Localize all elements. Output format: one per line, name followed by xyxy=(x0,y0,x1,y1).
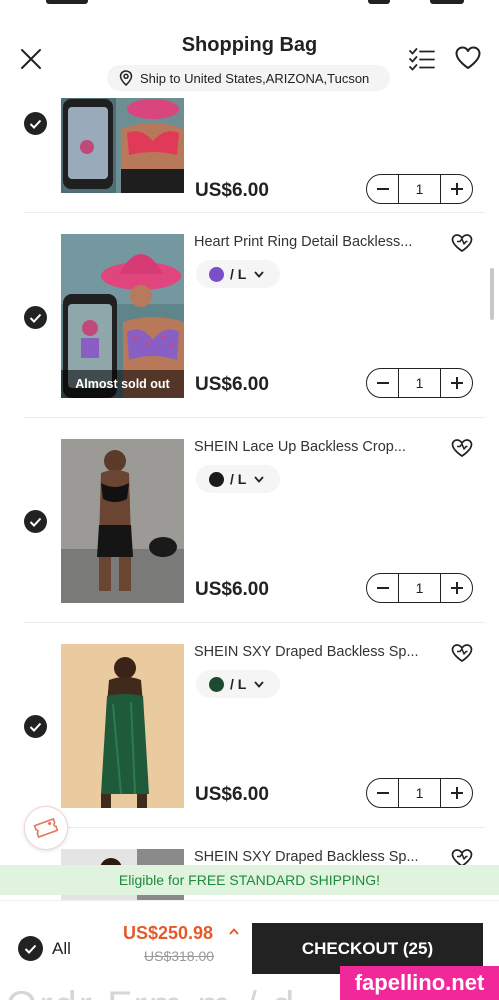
chevron-up-icon[interactable] xyxy=(229,928,239,935)
variant-size-label: / L xyxy=(230,266,247,282)
heart-plus-icon xyxy=(451,644,473,663)
minus-icon xyxy=(376,188,389,190)
header: Shopping Bag Ship to United States,ARIZO… xyxy=(0,8,499,98)
cart-item: US$6.00 1 xyxy=(0,98,499,213)
move-to-wishlist-button[interactable] xyxy=(451,643,473,663)
plus-icon xyxy=(450,787,463,799)
product-image[interactable] xyxy=(61,439,184,603)
quantity-stepper[interactable]: 1 xyxy=(366,174,473,204)
color-swatch xyxy=(209,471,224,487)
move-to-wishlist-button[interactable] xyxy=(451,438,473,458)
decrease-quantity-button[interactable] xyxy=(367,574,398,602)
item-select-checkbox[interactable] xyxy=(24,306,47,329)
product-image[interactable] xyxy=(61,644,184,808)
chevron-down-icon xyxy=(254,270,265,278)
quantity-input[interactable]: 1 xyxy=(398,574,441,602)
heart-plus-icon xyxy=(451,439,473,458)
location-pin-icon xyxy=(119,70,133,86)
batch-edit-button[interactable] xyxy=(408,46,436,72)
original-total: US$318.00 xyxy=(144,948,215,964)
item-name[interactable]: SHEIN Lace Up Backless Crop... xyxy=(194,439,439,455)
quantity-stepper[interactable]: 1 xyxy=(366,778,473,808)
minus-icon xyxy=(376,382,389,384)
variant-selector[interactable]: / L xyxy=(196,465,280,493)
item-name[interactable]: SHEIN SXY Draped Backless Sp... xyxy=(194,644,439,660)
status-bar xyxy=(0,0,499,8)
decrease-quantity-button[interactable] xyxy=(367,779,398,807)
minus-icon xyxy=(376,792,389,794)
quantity-stepper[interactable]: 1 xyxy=(366,573,473,603)
item-name[interactable]: SHEIN SXY Draped Backless Sp... xyxy=(194,849,439,865)
item-price: US$6.00 xyxy=(195,579,269,600)
increase-quantity-button[interactable] xyxy=(441,574,472,602)
free-shipping-banner: Eligible for FREE STANDARD SHIPPING! xyxy=(0,865,499,895)
quantity-input[interactable]: 1 xyxy=(398,779,441,807)
quantity-input[interactable]: 1 xyxy=(398,369,441,397)
plus-icon xyxy=(450,183,463,195)
item-price: US$6.00 xyxy=(195,374,269,395)
plus-icon xyxy=(450,582,463,594)
select-all-label[interactable]: All xyxy=(52,939,71,959)
quantity-stepper[interactable]: 1 xyxy=(366,368,473,398)
decrease-quantity-button[interactable] xyxy=(367,369,398,397)
heart-icon xyxy=(455,46,481,69)
quantity-input[interactable]: 1 xyxy=(398,175,441,203)
variant-size-label: / L xyxy=(230,471,247,487)
chevron-down-icon xyxy=(254,475,265,483)
wishlist-button[interactable] xyxy=(454,45,482,71)
scrollbar[interactable] xyxy=(490,268,494,320)
check-icon xyxy=(29,119,42,129)
variant-selector[interactable]: / L xyxy=(196,260,280,288)
item-select-checkbox[interactable] xyxy=(24,715,47,738)
shipping-location-label: Ship to United States,ARIZONA,Tucson xyxy=(140,70,370,86)
product-image[interactable] xyxy=(61,98,184,193)
checklist-icon xyxy=(409,48,435,71)
cart-item: SHEIN SXY Draped Backless Sp... / L US$6… xyxy=(0,623,499,828)
cart-item: SHEIN Lace Up Backless Crop... / L US$6.… xyxy=(0,418,499,623)
item-name[interactable]: Heart Print Ring Detail Backless... xyxy=(194,234,439,250)
product-image[interactable]: Almost sold out xyxy=(61,234,184,398)
item-price: US$6.00 xyxy=(195,784,269,805)
color-swatch xyxy=(209,266,224,282)
item-price: US$6.00 xyxy=(195,180,269,201)
shipping-location-selector[interactable]: Ship to United States,ARIZONA,Tucson xyxy=(107,65,390,91)
cart-item: Almost sold out Heart Print Ring Detail … xyxy=(0,213,499,418)
decrease-quantity-button[interactable] xyxy=(367,175,398,203)
variant-selector[interactable]: / L xyxy=(196,670,280,698)
almost-sold-out-badge: Almost sold out xyxy=(61,370,184,398)
item-select-checkbox[interactable] xyxy=(24,510,47,533)
background-bleed-text: Ordr Frm m / d xyxy=(6,984,296,1000)
increase-quantity-button[interactable] xyxy=(441,369,472,397)
heart-plus-icon xyxy=(451,234,473,253)
minus-icon xyxy=(376,587,389,589)
check-icon xyxy=(24,944,37,954)
order-total[interactable]: US$250.98 xyxy=(123,923,213,944)
select-all-checkbox[interactable] xyxy=(18,936,43,961)
check-icon xyxy=(29,517,42,527)
variant-size-label: / L xyxy=(230,676,247,692)
increase-quantity-button[interactable] xyxy=(441,175,472,203)
color-swatch xyxy=(209,676,224,692)
chevron-down-icon xyxy=(254,680,265,688)
coupon-float-button[interactable] xyxy=(24,806,68,850)
increase-quantity-button[interactable] xyxy=(441,779,472,807)
watermark: fapellino.net xyxy=(340,966,499,1000)
check-icon xyxy=(29,313,42,323)
move-to-wishlist-button[interactable] xyxy=(451,233,473,253)
cart-item-list[interactable]: US$6.00 1 Almost sold out Heart Print Ri… xyxy=(0,98,499,900)
check-icon xyxy=(29,722,42,732)
plus-icon xyxy=(450,377,463,389)
item-select-checkbox[interactable] xyxy=(24,112,47,135)
coupon-icon xyxy=(33,817,59,839)
